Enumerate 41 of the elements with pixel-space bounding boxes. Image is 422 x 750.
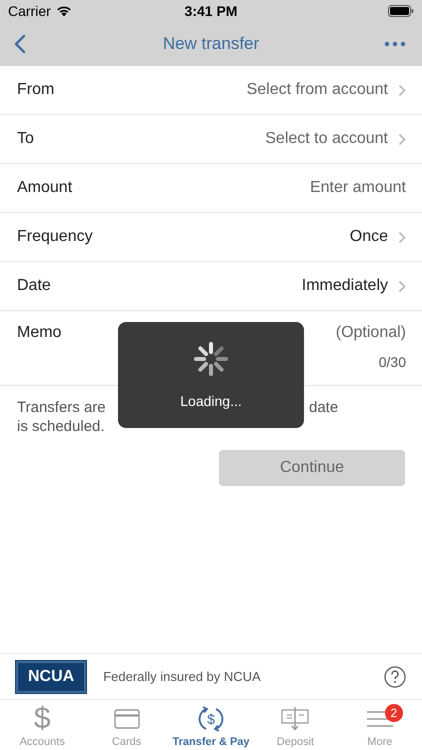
tab-item[interactable]: 2 More <box>338 700 422 750</box>
field-label: Frequency <box>17 228 93 246</box>
tab-item[interactable]: $ Accounts <box>0 700 84 750</box>
ncua-logo: NCUA <box>16 660 86 692</box>
tab-item[interactable]: $ Transfer & Pay <box>168 700 254 750</box>
chevron-icon <box>398 132 406 146</box>
menu-icon <box>366 710 393 728</box>
chevron-icon <box>398 84 406 96</box>
wifi-icon <box>56 5 72 17</box>
carrier-name: Carrier <box>8 3 51 19</box>
screen-title: New transfer <box>162 34 260 54</box>
character-counter: 0/30 <box>378 354 406 370</box>
tab-item[interactable]: Cards <box>84 700 169 750</box>
chevron-icon <box>398 230 406 244</box>
select-field[interactable]: Once <box>350 228 406 246</box>
status-time: 3:41 PM <box>184 3 238 19</box>
amount-input[interactable]: Enter amount <box>206 179 406 197</box>
tab-item[interactable]: Deposit <box>253 700 338 750</box>
spinner-icon <box>193 341 229 377</box>
select-field[interactable]: Select to account <box>265 130 406 148</box>
chevron-icon <box>398 280 406 292</box>
field-label: Date <box>17 277 51 295</box>
field-label: To <box>17 130 34 148</box>
help-icon[interactable] <box>384 666 406 688</box>
back-icon[interactable] <box>14 34 26 54</box>
info-text: Transfers are <box>17 398 107 417</box>
field-label: Memo <box>17 324 62 342</box>
dollar-icon: $ <box>34 704 51 734</box>
select-field[interactable]: Immediately <box>302 277 406 295</box>
notification-badge: 2 <box>384 704 403 722</box>
loading-text: Loading... <box>180 393 242 409</box>
info-text: date <box>309 398 338 417</box>
insurance-text: Federally insured by NCUA <box>103 669 261 684</box>
more-icon[interactable] <box>384 41 406 47</box>
field-label: From <box>17 81 54 99</box>
check-deposit-icon <box>281 707 310 731</box>
battery-icon <box>388 5 414 17</box>
info-text: is scheduled. <box>17 417 105 436</box>
field-label: Amount <box>17 179 72 197</box>
card-icon <box>114 709 140 729</box>
select-field[interactable]: Select from account <box>246 81 406 99</box>
